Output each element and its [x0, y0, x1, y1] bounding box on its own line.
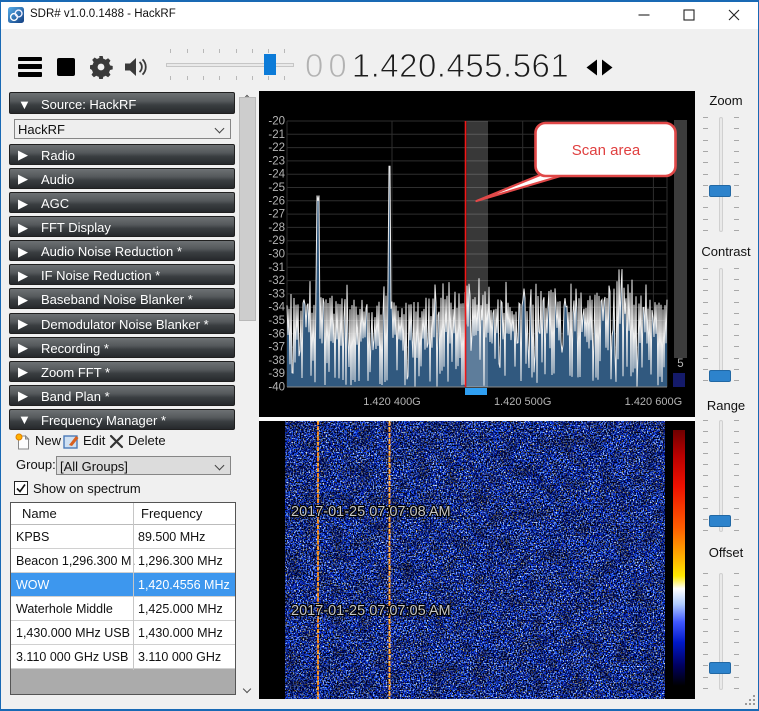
svg-text:-20: -20: [268, 116, 285, 128]
svg-text:Scan area: Scan area: [572, 142, 641, 159]
svg-text:-38: -38: [268, 355, 285, 367]
svg-text:1.420 500G: 1.420 500G: [494, 396, 552, 408]
svg-text:-36: -36: [268, 328, 285, 340]
svg-text:-31: -31: [268, 262, 285, 274]
svg-text:-27: -27: [268, 209, 285, 221]
svg-text:-39: -39: [268, 368, 285, 380]
svg-text:5: 5: [677, 358, 683, 370]
svg-text:-29: -29: [268, 235, 285, 247]
svg-text:-35: -35: [268, 315, 285, 327]
svg-text:1.420 400G: 1.420 400G: [363, 396, 421, 408]
svg-text:-28: -28: [268, 222, 285, 234]
svg-text:-23: -23: [268, 155, 285, 167]
svg-text:-34: -34: [268, 302, 285, 314]
svg-text:-22: -22: [268, 142, 285, 154]
svg-text:-33: -33: [268, 288, 285, 300]
svg-text:-32: -32: [268, 275, 285, 287]
svg-text:2017-01-25 07:07:05 AM: 2017-01-25 07:07:05 AM: [291, 603, 451, 619]
svg-text:-40: -40: [268, 382, 285, 394]
svg-text:2017-01-25 07:07:08 AM: 2017-01-25 07:07:08 AM: [291, 504, 451, 520]
svg-text:-21: -21: [268, 129, 285, 141]
svg-text:-37: -37: [268, 342, 285, 354]
svg-text:-24: -24: [268, 169, 285, 181]
svg-text:-25: -25: [268, 182, 285, 194]
svg-text:-30: -30: [268, 249, 285, 261]
svg-text:1.420 600G: 1.420 600G: [625, 396, 683, 408]
svg-text:-26: -26: [268, 195, 285, 207]
